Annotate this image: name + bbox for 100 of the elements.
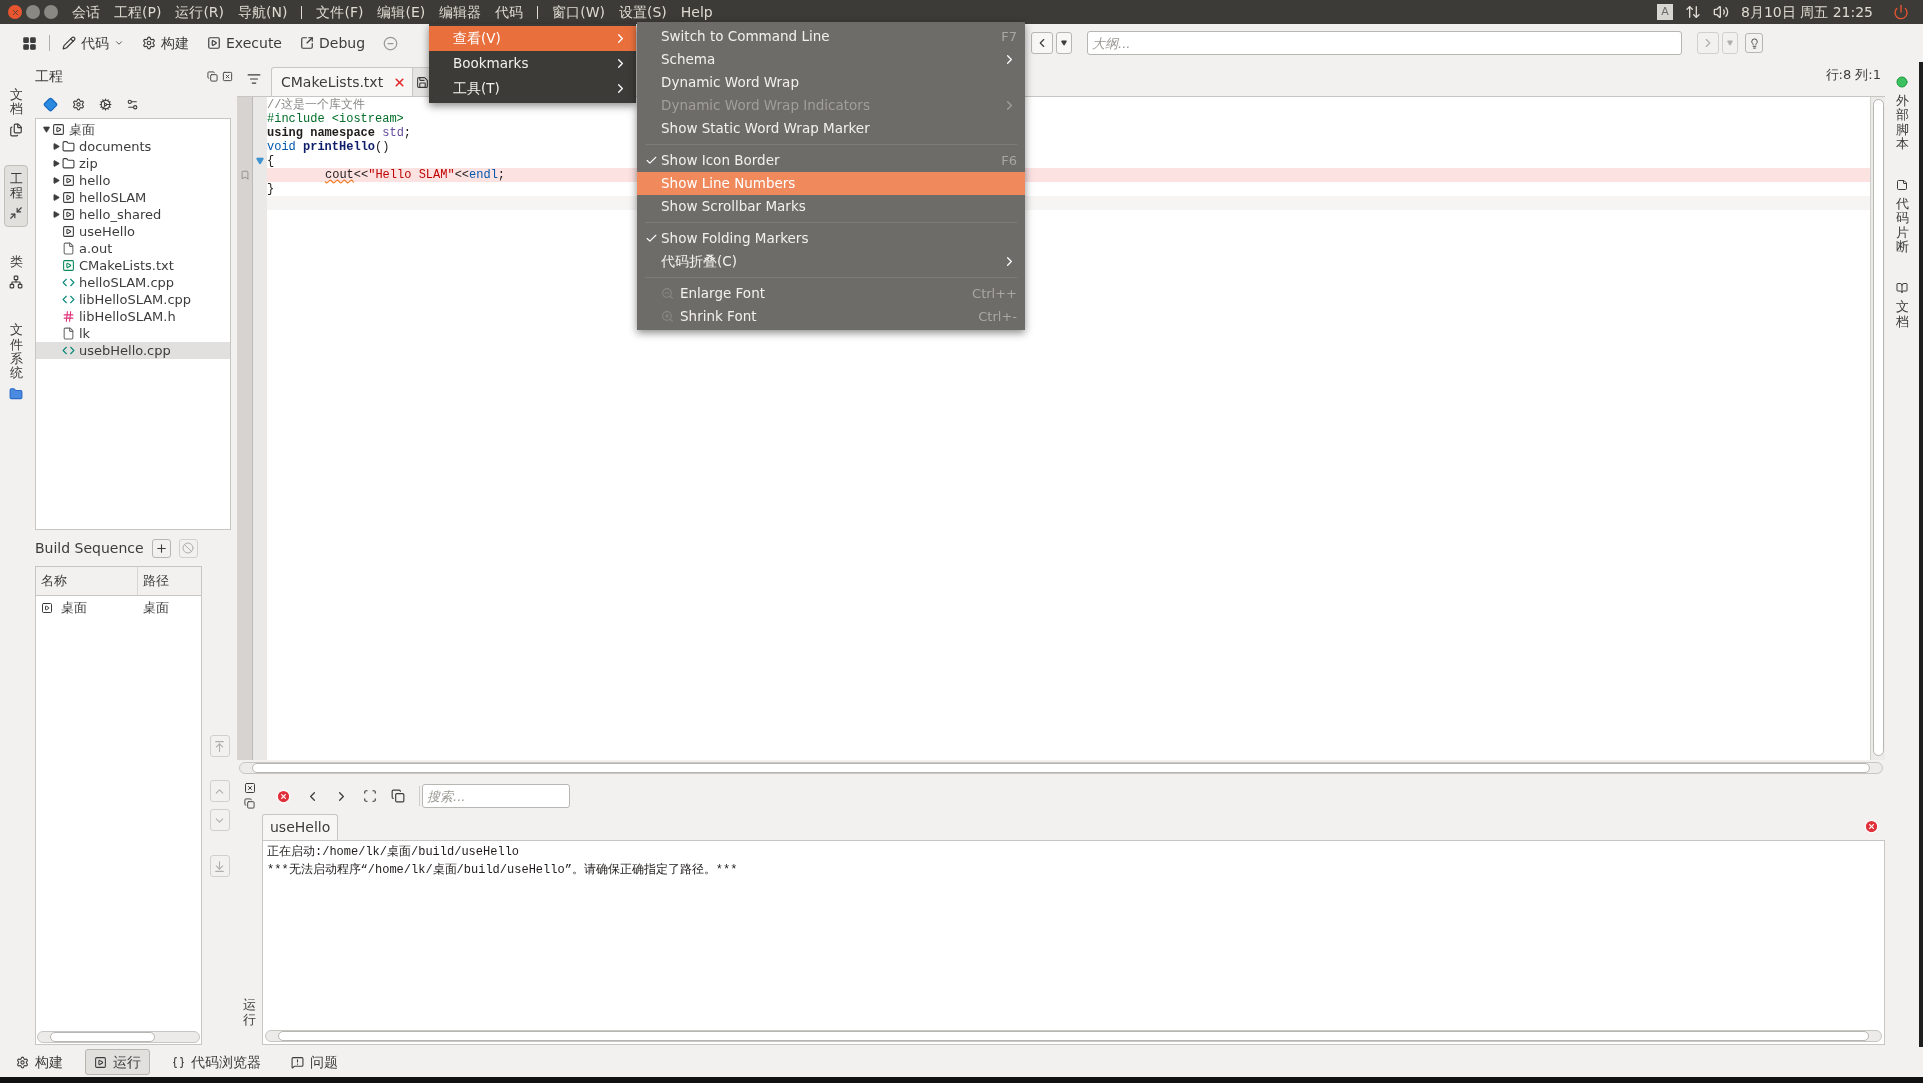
menu-bar-item[interactable]: 设置(S) <box>619 1 667 23</box>
status-tab[interactable]: 运行 <box>85 1049 150 1075</box>
file-icon <box>62 242 75 255</box>
menu-item[interactable]: Show Scrollbar Marks <box>637 195 1025 218</box>
dock-tab[interactable]: 文件系统 <box>5 317 27 407</box>
menu-item[interactable]: Dynamic Word Wrap <box>637 71 1025 94</box>
horizontal-scrollbar[interactable] <box>37 1031 200 1043</box>
horizontal-scrollbar[interactable] <box>239 762 1883 774</box>
menu-bar-item[interactable]: 运行(R) <box>175 1 225 23</box>
tree-item[interactable]: libHelloSLAM.cpp <box>36 291 230 308</box>
status-tab[interactable]: 构建 <box>8 1049 71 1075</box>
menu-item[interactable]: Bookmarks <box>429 51 636 76</box>
menu-bar-item[interactable]: Help <box>680 1 713 23</box>
menu-item[interactable]: 代码折叠(C) <box>637 250 1025 273</box>
output-tab[interactable]: useHello <box>262 814 339 840</box>
close-icon[interactable] <box>243 782 256 794</box>
tree-item[interactable]: useHello <box>36 223 230 240</box>
tree-item[interactable]: helloSLAM.cpp <box>36 274 230 291</box>
stop-icon[interactable] <box>276 788 291 804</box>
toolbar-button[interactable]: 代码 <box>62 32 124 54</box>
collapsed-arrow-icon[interactable] <box>52 143 60 150</box>
menu-bar-item[interactable]: 会话 <box>72 1 100 23</box>
dock-tab[interactable]: 文档 <box>1895 282 1909 329</box>
add-button[interactable] <box>151 538 171 558</box>
gear-icon[interactable] <box>72 97 85 111</box>
history-dropdown-button[interactable] <box>1056 32 1072 54</box>
collapsed-arrow-icon[interactable] <box>52 160 60 167</box>
collapsed-arrow-icon[interactable] <box>52 211 60 218</box>
dock-tab[interactable]: 文档 <box>5 82 27 143</box>
float-icon[interactable] <box>244 798 255 809</box>
tree-item[interactable]: documents <box>36 138 230 155</box>
float-icon[interactable] <box>207 70 218 82</box>
vertical-scrollbar[interactable] <box>1870 97 1885 760</box>
menu-bar-item[interactable]: 工程(P) <box>114 1 162 23</box>
target-icon <box>62 191 75 204</box>
dock-tab[interactable]: 工程 <box>4 164 28 228</box>
menu-bar-item[interactable]: 窗口(W) <box>552 1 605 23</box>
tree-item[interactable]: libHelloSLAM.h <box>36 308 230 325</box>
tree-item[interactable]: hello_shared <box>36 206 230 223</box>
toolbar-button[interactable]: Execute <box>207 32 282 54</box>
outline-field[interactable]: 大纲... <box>1087 31 1682 55</box>
tree-item[interactable]: zip <box>36 155 230 172</box>
tree-item-label: hello <box>79 171 111 190</box>
menu-item[interactable]: Enlarge Font Ctrl++ <box>637 282 1025 305</box>
tree-item[interactable]: 桌面 <box>36 121 230 138</box>
clock[interactable]: 8月10日 周五 21:25 <box>1741 1 1873 23</box>
grid-icon[interactable] <box>22 35 37 51</box>
menu-bar-item[interactable]: 编辑器 <box>439 1 482 23</box>
tree-item[interactable]: a.out <box>36 240 230 257</box>
menu-item[interactable]: Show Static Word Wrap Marker <box>637 117 1025 140</box>
gear-icon[interactable] <box>99 97 112 111</box>
tree-item[interactable]: CMakeLists.txt <box>36 257 230 274</box>
column-header[interactable]: 路径 <box>138 567 201 595</box>
search-field[interactable]: 搜索... <box>422 784 570 808</box>
toolbar-button[interactable]: 构建 <box>142 32 189 54</box>
dock-tab-label: 文档 <box>9 88 23 117</box>
keyboard-indicator[interactable]: A <box>1657 4 1674 20</box>
tree-item[interactable]: helloSLAM <box>36 189 230 206</box>
menu-item-label: Schema <box>661 50 716 70</box>
lightbulb-button[interactable] <box>1745 33 1763 53</box>
maximize-window-button[interactable] <box>44 5 58 19</box>
settings-icon[interactable] <box>126 97 139 111</box>
close-window-button[interactable] <box>8 5 22 19</box>
minus-icon[interactable] <box>383 35 399 51</box>
tree-item[interactable]: lk <box>36 325 230 342</box>
column-header[interactable]: 名称 <box>36 567 138 595</box>
expanded-arrow-icon[interactable] <box>42 126 50 133</box>
collapsed-arrow-icon[interactable] <box>52 194 60 201</box>
menu-item[interactable]: Show Icon Border F6 <box>637 149 1025 172</box>
dock-tab[interactable]: 代码片断 <box>1895 179 1909 255</box>
menu-bar-item[interactable]: 文件(F) <box>316 1 364 23</box>
menu-item[interactable]: Schema <box>637 48 1025 71</box>
status-tab[interactable]: 问题 <box>283 1049 346 1075</box>
menu-item[interactable]: Show Folding Markers <box>637 227 1025 250</box>
copy-icon[interactable] <box>391 789 405 803</box>
menu-item[interactable]: Shrink Font Ctrl+- <box>637 305 1025 328</box>
table-cell-text: 桌面 <box>61 599 87 618</box>
diamond-icon[interactable] <box>43 96 58 112</box>
dock-tab[interactable]: 外部脚本 <box>1895 76 1909 152</box>
tree-item-label: usebHello.cpp <box>79 341 171 360</box>
document-list-icon[interactable] <box>247 72 261 86</box>
expand-icon[interactable] <box>363 789 377 803</box>
status-tab[interactable]: 代码浏览器 <box>164 1049 269 1075</box>
tree-item[interactable]: usebHello.cpp <box>36 342 230 359</box>
close-icon[interactable] <box>222 70 233 82</box>
network-icon[interactable] <box>1685 4 1702 20</box>
menu-bar-item[interactable]: 编辑(E) <box>377 1 426 23</box>
horizontal-scrollbar[interactable] <box>265 1030 1882 1042</box>
volume-icon[interactable] <box>1713 4 1730 20</box>
toolbar-button[interactable]: Debug <box>300 32 366 54</box>
menu-bar-item[interactable]: 代码 <box>495 1 524 23</box>
fold-marker-icon[interactable] <box>256 157 264 165</box>
menu-item[interactable]: Switch to Command Line F7 <box>637 25 1025 48</box>
tree-item[interactable]: hello <box>36 172 230 189</box>
dock-tab[interactable]: 类 <box>5 249 27 296</box>
minimize-window-button[interactable] <box>26 5 40 19</box>
power-icon[interactable] <box>1893 4 1909 20</box>
menu-bar-item[interactable]: 导航(N) <box>238 1 288 23</box>
collapsed-arrow-icon[interactable] <box>52 177 60 184</box>
back-button[interactable] <box>1031 32 1053 54</box>
